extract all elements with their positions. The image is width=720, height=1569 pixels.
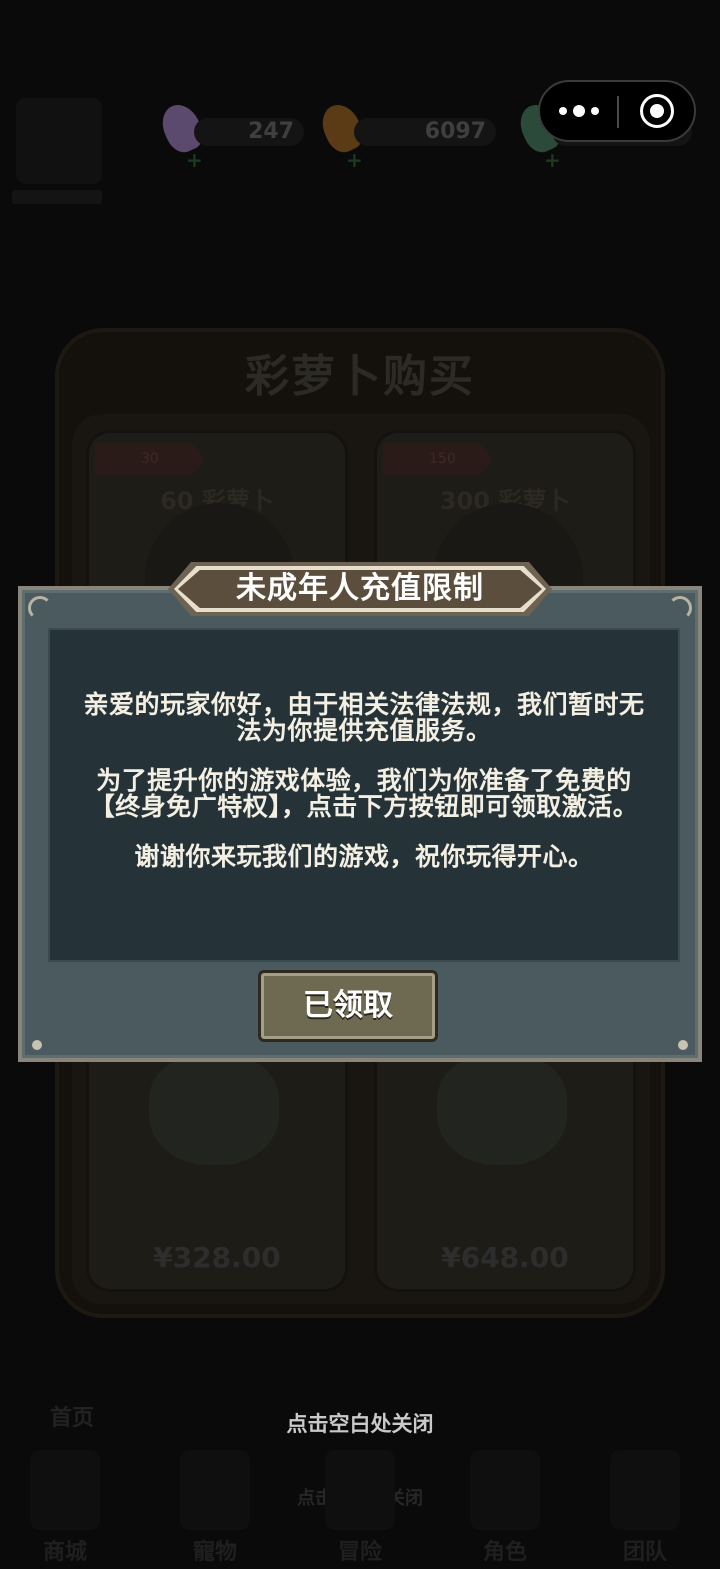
- player-name: [12, 190, 102, 204]
- dialog-title: 未成年人充值限制: [236, 571, 484, 606]
- corner-ornament-icon: [668, 596, 692, 620]
- nav-item-pet: 寵物: [160, 1440, 270, 1569]
- claimed-button-label: 已领取: [303, 988, 393, 1023]
- team-icon: [610, 1450, 680, 1530]
- rivet-icon: [678, 1040, 688, 1050]
- nav-item-shop: 商城: [10, 1440, 120, 1569]
- resource-value: 6097: [354, 118, 496, 146]
- nav-item-role: 角色: [450, 1440, 560, 1569]
- resource-rainbow-carrot: + 247: [155, 98, 314, 172]
- dialog-message: 亲爱的玩家你好，由于相关法律法规，我们暂时无法为你提供充值服务。 为了提升你的游…: [76, 692, 652, 894]
- resource-carrot: + 6097: [315, 98, 504, 172]
- treasure-pile-icon: [437, 1055, 567, 1165]
- dot-icon: [573, 105, 585, 117]
- rivet-icon: [32, 1040, 42, 1050]
- corner-ornament-icon: [28, 596, 52, 620]
- bonus-tag: 30: [95, 443, 205, 475]
- adventure-icon: [325, 1450, 395, 1530]
- avatar: [16, 98, 102, 184]
- close-miniprogram-button[interactable]: [640, 94, 674, 128]
- miniprogram-capsule: [538, 80, 696, 142]
- dialog-body: 亲爱的玩家你好，由于相关法律法规，我们暂时无法为你提供充值服务。 为了提升你的游…: [48, 628, 680, 962]
- nav-item-team: 团队: [590, 1440, 700, 1569]
- bonus-tag: 150: [383, 443, 493, 475]
- nav-item-adventure: 冒险: [305, 1440, 415, 1569]
- price-label: ¥328.00: [153, 1241, 281, 1274]
- message-paragraph: 亲爱的玩家你好，由于相关法律法规，我们暂时无法为你提供充值服务。: [83, 690, 645, 745]
- pet-icon: [180, 1450, 250, 1530]
- capsule-divider: [617, 96, 619, 128]
- message-paragraph: 谢谢你来玩我们的游戏，祝你玩得开心。: [134, 842, 594, 871]
- claimed-button[interactable]: 已领取: [258, 970, 438, 1042]
- dot-icon: [559, 107, 567, 115]
- role-icon: [470, 1450, 540, 1530]
- bottom-nav: 商城 寵物 冒险 角色 团队: [0, 1440, 720, 1569]
- shop-icon: [30, 1450, 100, 1530]
- dot-icon: [591, 107, 599, 115]
- tap-blank-to-close-hint[interactable]: 点击空白处关闭: [0, 1408, 720, 1438]
- price-label: ¥648.00: [441, 1241, 569, 1274]
- treasure-pile-icon: [149, 1055, 279, 1165]
- store-title: 彩萝卜购买: [245, 351, 475, 402]
- more-menu-button[interactable]: [540, 82, 618, 140]
- resource-value: 247: [194, 118, 304, 146]
- message-paragraph: 为了提升你的游戏体验，我们为你准备了免费的【终身免广特权】，点击下方按钮即可领取…: [89, 766, 639, 821]
